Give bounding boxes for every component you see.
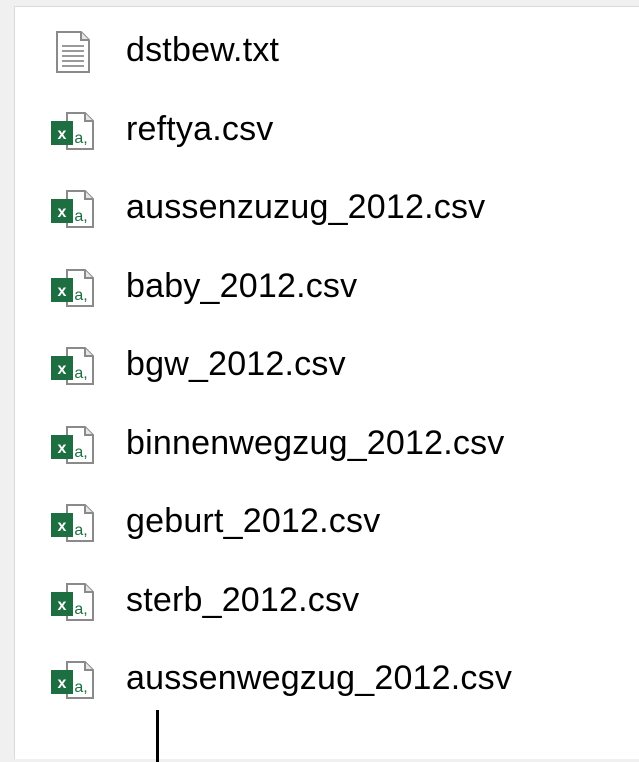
file-name: geburt_2012.csv <box>126 502 381 540</box>
excel-csv-icon: x a, <box>49 187 97 231</box>
svg-text:x: x <box>58 518 67 535</box>
svg-text:a,: a, <box>74 208 87 225</box>
file-list-panel: dstbew.txt x a, reftya.csv x a, aussenzu… <box>14 6 639 762</box>
svg-text:x: x <box>58 675 67 692</box>
file-name: sterb_2012.csv <box>126 580 360 619</box>
svg-text:x: x <box>58 283 67 300</box>
excel-csv-icon: x a, <box>49 658 97 702</box>
file-name: bgw_2012.csv <box>126 345 346 383</box>
file-name: dstbew.txt <box>126 31 280 69</box>
svg-text:x: x <box>58 597 67 614</box>
svg-text:x: x <box>58 440 67 457</box>
svg-text:x: x <box>58 361 67 378</box>
svg-text:a,: a, <box>74 287 87 304</box>
svg-text:a,: a, <box>74 365 87 382</box>
svg-text:x: x <box>58 204 67 221</box>
excel-csv-icon: x a, <box>49 109 97 153</box>
excel-csv-icon: x a, <box>49 501 97 545</box>
text-cursor <box>156 710 159 762</box>
excel-csv-icon: x a, <box>49 580 97 624</box>
svg-text:a,: a, <box>74 522 87 539</box>
excel-csv-icon: x a, <box>49 344 97 388</box>
svg-text:a,: a, <box>74 679 87 696</box>
text-file-icon <box>49 30 97 74</box>
file-name: baby_2012.csv <box>126 266 358 305</box>
svg-text:a,: a, <box>74 444 87 461</box>
svg-text:a,: a, <box>74 130 87 147</box>
excel-csv-icon: x a, <box>49 423 97 467</box>
file-name: aussenzuzug_2012.csv <box>126 188 486 226</box>
svg-text:a,: a, <box>74 601 87 618</box>
file-name: aussenwegzug_2012.csv <box>126 659 513 697</box>
file-name: reftya.csv <box>126 109 274 148</box>
file-name: binnenwegzug_2012.csv <box>126 423 505 462</box>
excel-csv-icon: x a, <box>49 266 97 310</box>
svg-text:x: x <box>58 126 67 143</box>
